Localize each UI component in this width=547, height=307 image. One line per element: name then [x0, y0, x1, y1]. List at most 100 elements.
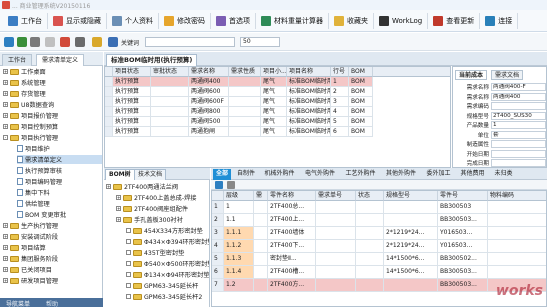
table-cell[interactable] — [151, 127, 189, 137]
tree-node[interactable]: 项目编码管理 — [17, 177, 102, 186]
table-cell[interactable] — [488, 240, 546, 253]
expand-icon[interactable] — [215, 181, 223, 189]
table-cell[interactable] — [488, 253, 546, 266]
table-cell[interactable]: 1.1.3 — [224, 253, 254, 266]
table-cell[interactable]: 1.1 — [224, 214, 254, 227]
tab-detail-6[interactable]: 委外加工 — [424, 169, 454, 180]
bom-node[interactable]: 454X334方形密封垫 — [126, 226, 203, 235]
tree-node[interactable]: + 生产执行管理 — [3, 221, 102, 230]
tab-bom-temp[interactable]: 标准BOM临时用(执行预算) — [106, 54, 198, 66]
print-icon[interactable] — [75, 37, 85, 47]
bom-node[interactable]: Φ434×Φ394环形密封垫 — [126, 237, 209, 246]
table-cell[interactable]: 密封垫Ⅱ... — [268, 253, 316, 266]
row-header[interactable] — [105, 117, 113, 127]
menu-item-9[interactable]: 连接 — [480, 12, 519, 29]
expander-icon[interactable]: + — [116, 217, 121, 222]
tree-node[interactable]: + 安装调试阶段 — [3, 232, 102, 241]
expander-icon[interactable]: + — [3, 80, 8, 85]
column-header[interactable]: 项目小... — [261, 67, 287, 77]
column-header[interactable]: 物料编码 — [488, 191, 546, 201]
tab-tech-doc[interactable]: 技术文档 — [134, 169, 167, 180]
table-cell[interactable]: BOM — [349, 127, 373, 137]
column-header[interactable]: 状态 — [356, 191, 384, 201]
nav-menu-tab[interactable]: 导航菜单 — [6, 299, 30, 307]
column-header[interactable]: 规格型号 — [384, 191, 438, 201]
table-cell[interactable]: 6 — [331, 127, 349, 137]
expander-icon[interactable]: + — [3, 245, 8, 250]
table-cell[interactable]: 标准BOM临时用 — [287, 97, 331, 107]
table-cell[interactable] — [356, 266, 384, 279]
menu-item-4[interactable]: 首选项 — [211, 12, 256, 29]
table-cell[interactable]: 标准BOM临时用 — [287, 77, 331, 87]
expander-icon[interactable]: + — [3, 256, 8, 261]
table-cell[interactable]: BB300503... — [438, 279, 488, 292]
expander-icon[interactable] — [126, 283, 131, 288]
table-cell[interactable] — [316, 266, 356, 279]
menu-item-0[interactable]: 工作台 — [3, 12, 48, 29]
add-icon[interactable] — [17, 37, 27, 47]
bom-node[interactable]: Φ540×Φ500环形密封垫 — [126, 259, 209, 268]
expander-icon[interactable] — [126, 272, 131, 277]
column-header[interactable]: 层级 — [224, 191, 254, 201]
table-cell[interactable]: BOM — [349, 117, 373, 127]
table-cell[interactable] — [151, 107, 189, 117]
bom-node[interactable]: +2TF400阀座组配件 — [116, 204, 188, 213]
table-cell[interactable] — [356, 214, 384, 227]
tab-detail-3[interactable]: 电气外购件 — [302, 169, 338, 180]
table-cell[interactable]: 4 — [331, 107, 349, 117]
table-cell[interactable]: 2*1219*24... — [384, 227, 438, 240]
table-cell[interactable] — [229, 107, 261, 117]
expander-icon[interactable] — [126, 261, 131, 266]
table-cell[interactable]: 尾气 — [261, 117, 287, 127]
table-cell[interactable]: BOM — [349, 107, 373, 117]
bom-node[interactable]: 435T型密封垫 — [126, 248, 184, 257]
tab-detail-0[interactable]: 全部 — [213, 169, 232, 180]
table-cell[interactable]: 执行预算 — [113, 87, 151, 97]
expander-icon[interactable]: + — [3, 223, 8, 228]
column-header[interactable]: 需求性质 — [229, 67, 261, 77]
table-cell[interactable]: 7 — [212, 279, 224, 292]
table-cell[interactable] — [384, 201, 438, 214]
tree-node[interactable]: + 项目控制预算 — [3, 122, 102, 131]
bom-node[interactable]: + 手孔盖板300衬衬 — [116, 215, 183, 224]
bom-node[interactable]: GPM63-345延长杆2 — [126, 292, 202, 301]
table-cell[interactable]: 执行预算 — [113, 117, 151, 127]
table-cell[interactable]: BB300503 — [438, 201, 488, 214]
table-cell[interactable]: 执行预算 — [113, 77, 151, 87]
table-cell[interactable]: 尾气 — [261, 77, 287, 87]
table-cell[interactable] — [254, 266, 268, 279]
tree-node[interactable]: 需求清单定义 — [17, 155, 102, 164]
tree-node[interactable]: 供给管理 — [17, 199, 102, 208]
table-cell[interactable] — [488, 227, 546, 240]
table-cell[interactable] — [384, 214, 438, 227]
expander-icon[interactable] — [126, 294, 131, 299]
tab-detail-7[interactable]: 其他费用 — [458, 169, 488, 180]
table-cell[interactable]: 5 — [212, 253, 224, 266]
tab-detail-2[interactable]: 机械外购件 — [262, 169, 298, 180]
table-cell[interactable] — [254, 201, 268, 214]
tree-node[interactable]: + U8数据查询 — [3, 100, 102, 109]
table-cell[interactable]: 尾气 — [261, 107, 287, 117]
table-cell[interactable]: 两通抱闸 — [189, 127, 229, 137]
table-cell[interactable] — [229, 77, 261, 87]
table-cell[interactable]: 2TF400上... — [268, 214, 316, 227]
filter-icon[interactable] — [92, 37, 102, 47]
table-cell[interactable] — [356, 240, 384, 253]
table-cell[interactable]: 两通阀400 — [189, 77, 229, 87]
tab-detail-4[interactable]: 工艺外购件 — [343, 169, 379, 180]
field-value[interactable] — [491, 140, 546, 148]
table-cell[interactable] — [488, 201, 546, 214]
table-cell[interactable]: Y016503... — [438, 227, 488, 240]
row-header[interactable] — [105, 87, 113, 97]
column-header[interactable]: 需 — [254, 191, 268, 201]
field-value[interactable]: 套 — [491, 130, 546, 139]
table-cell[interactable]: 1 — [224, 201, 254, 214]
table-cell[interactable]: 3 — [331, 97, 349, 107]
expander-icon[interactable]: + — [3, 69, 8, 74]
tab-detail-1[interactable]: 自制件 — [234, 169, 258, 180]
table-cell[interactable]: 两通阀500 — [189, 117, 229, 127]
table-cell[interactable]: 2TF400总... — [268, 201, 316, 214]
table-cell[interactable] — [316, 214, 356, 227]
table-cell[interactable] — [254, 279, 268, 292]
table-cell[interactable] — [356, 201, 384, 214]
